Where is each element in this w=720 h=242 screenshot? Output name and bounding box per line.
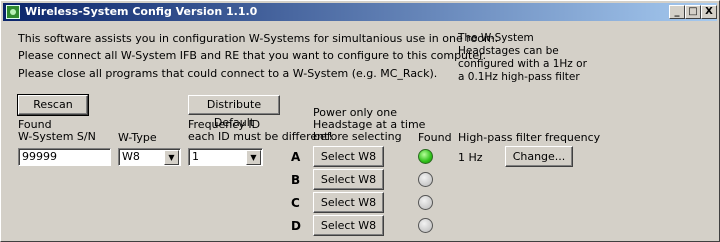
change-highpass-button[interactable]: Change... <box>505 146 573 167</box>
chevron-down-icon[interactable]: ▼ <box>164 150 179 165</box>
select-w8-button-b[interactable]: Select W8 <box>313 169 384 190</box>
frequency-id-select[interactable]: 1 ▼ <box>188 148 263 166</box>
maximize-button[interactable]: □ <box>685 5 701 19</box>
highpass-header: High-pass filter frequency <box>458 131 601 144</box>
frequency-id-value: 1 <box>192 150 199 163</box>
found-header: Found <box>418 131 452 144</box>
found-indicator-a <box>418 149 433 164</box>
found-indicator-b <box>418 172 433 187</box>
select-w8-button-a[interactable]: Select W8 <box>313 146 384 167</box>
frequency-id-header: Frequency ID each ID must be different! <box>188 118 333 143</box>
found-indicator-c <box>418 195 433 210</box>
window-title: Wireless-System Config Version 1.1.0 <box>25 5 258 18</box>
title-bar[interactable]: Wireless-System Config Version 1.1.0 _ □… <box>3 3 717 21</box>
found-indicator-d <box>418 218 433 233</box>
highpass-value: 1 Hz <box>458 151 483 164</box>
app-icon <box>6 5 20 19</box>
chevron-down-icon[interactable]: ▼ <box>246 150 261 165</box>
serial-number-field[interactable]: 99999 <box>18 148 111 166</box>
info-line-2: Please connect all W-System IFB and RE t… <box>18 49 487 62</box>
row-letter-a: A <box>291 150 301 164</box>
w-type-header: W-Type <box>118 131 157 144</box>
select-w8-button-d[interactable]: Select W8 <box>313 215 384 236</box>
select-w8-button-c[interactable]: Select W8 <box>313 192 384 213</box>
close-button[interactable]: X <box>701 5 717 19</box>
minimize-button[interactable]: _ <box>669 5 685 19</box>
row-letter-d: D <box>291 219 301 233</box>
row-letter-c: C <box>291 196 300 210</box>
info-line-3: Please close all programs that could con… <box>18 67 438 80</box>
found-sn-header: Found W-System S/N <box>18 118 96 143</box>
row-letter-b: B <box>291 173 301 187</box>
w-type-select[interactable]: W8 ▼ <box>118 148 181 166</box>
highpass-info-note: The W-System Headstages can be configure… <box>458 32 587 83</box>
info-line-1: This software assists you in configurati… <box>18 32 499 45</box>
power-note-header: Power only one Headstage at a time befor… <box>313 106 426 143</box>
rescan-button[interactable]: Rescan <box>17 94 89 116</box>
distribute-default-button[interactable]: Distribute Default <box>188 95 280 129</box>
w-type-value: W8 <box>122 150 140 163</box>
config-window: Wireless-System Config Version 1.1.0 _ □… <box>0 0 720 242</box>
